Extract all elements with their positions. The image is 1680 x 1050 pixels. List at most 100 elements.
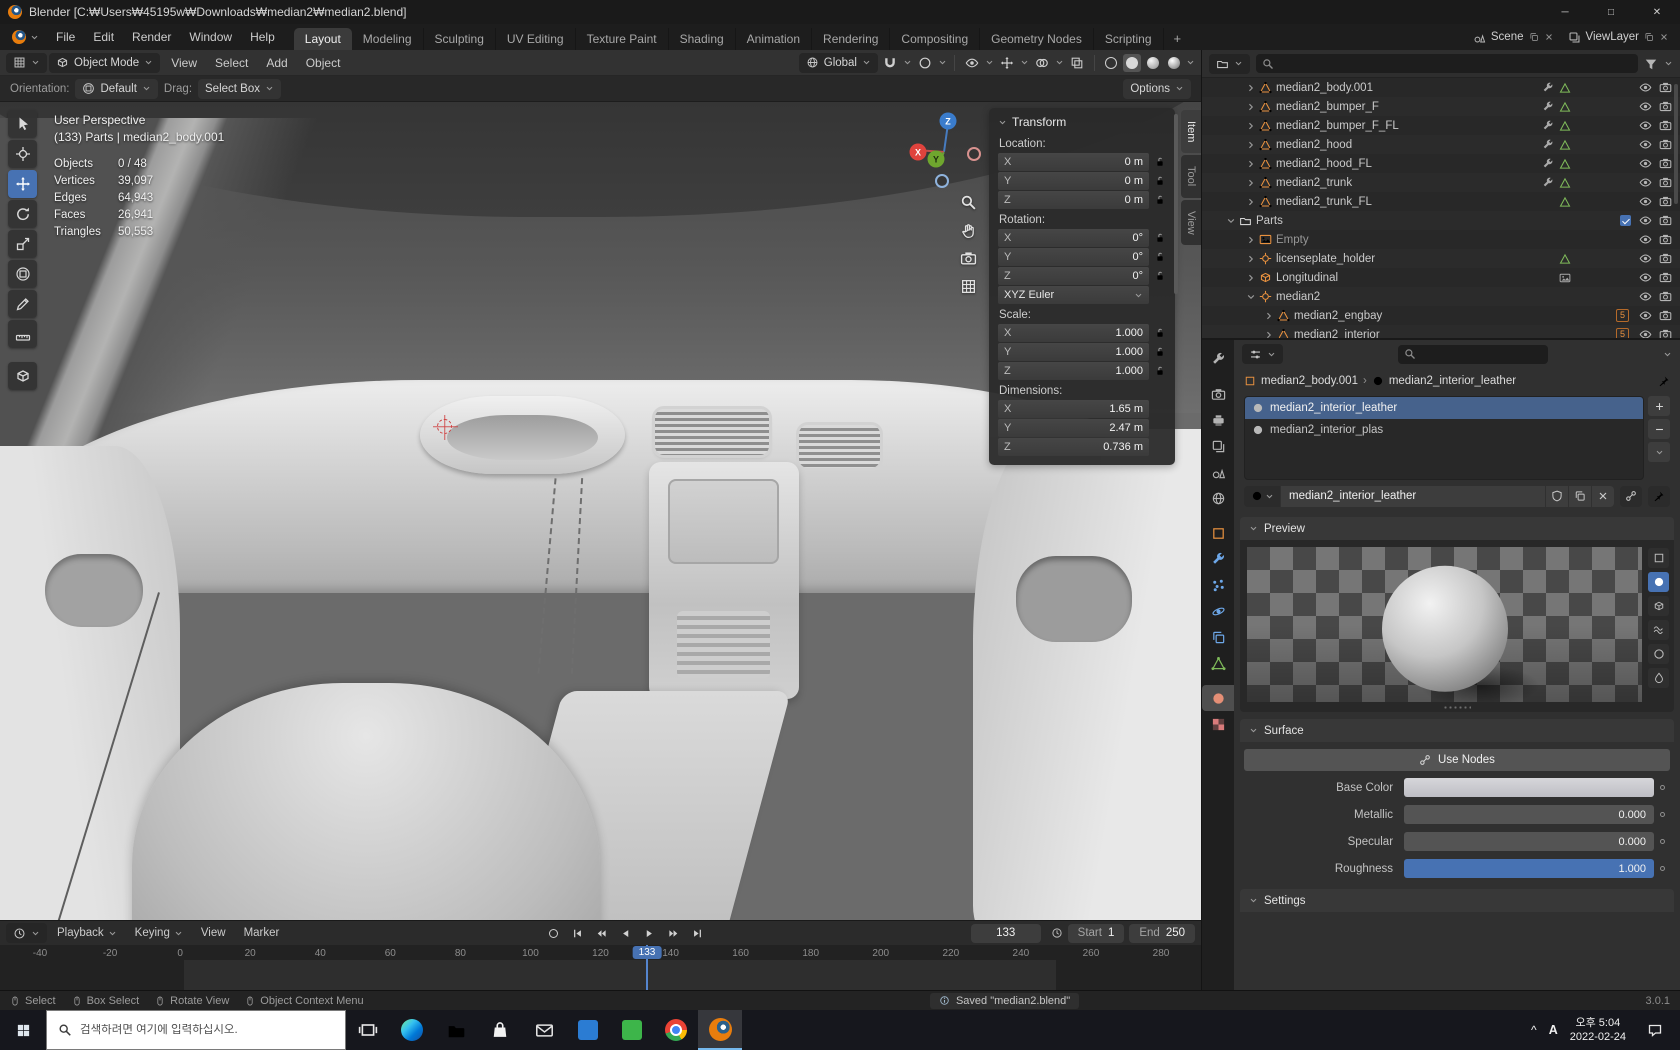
3d-viewport[interactable]: User Perspective (133) Parts | median2_b… xyxy=(0,102,1201,920)
next-keyframe-button[interactable] xyxy=(662,924,684,942)
breadcrumb-object[interactable]: median2_body.001 xyxy=(1261,375,1358,387)
blender-menu-button[interactable] xyxy=(4,24,47,50)
disable-render-camera-icon[interactable] xyxy=(1659,119,1672,132)
remove-view-layer-icon[interactable] xyxy=(1659,32,1669,42)
location-field[interactable]: Y0 m xyxy=(989,172,1175,190)
expand-icon[interactable] xyxy=(1246,121,1256,131)
disable-render-camera-icon[interactable] xyxy=(1659,290,1672,303)
hide-viewport-eye-icon[interactable] xyxy=(1639,309,1652,322)
lock-icon[interactable] xyxy=(1154,327,1166,339)
animate-dot[interactable] xyxy=(1654,839,1670,844)
remove-slot-button[interactable] xyxy=(1648,419,1670,439)
tab-constraint-properties[interactable] xyxy=(1202,624,1234,650)
z-axis-ball[interactable]: Z xyxy=(940,113,957,130)
maximize-button[interactable]: □ xyxy=(1588,0,1634,24)
viewport-menu[interactable]: Object xyxy=(297,56,350,70)
workspace-tab[interactable]: Modeling xyxy=(352,28,424,50)
outliner-item[interactable]: median2_interior 5 xyxy=(1202,325,1680,338)
transform-panel-header[interactable]: Transform xyxy=(989,110,1175,134)
specular-slider[interactable]: 0.000 xyxy=(1404,832,1654,851)
menu-item[interactable]: File xyxy=(47,24,84,50)
menu-item[interactable]: Render xyxy=(123,24,180,50)
outliner-item[interactable]: median2_bumper_F_FL xyxy=(1202,116,1680,135)
options-dropdown[interactable]: Options xyxy=(1123,79,1191,99)
tab-item[interactable]: Item xyxy=(1181,110,1201,153)
viewport-menu[interactable]: View xyxy=(162,56,206,70)
search-input[interactable] xyxy=(80,1024,334,1036)
disable-render-camera-icon[interactable] xyxy=(1659,271,1672,284)
rotation-mode-dropdown[interactable]: XYZ Euler xyxy=(989,286,1175,304)
chevron-down-icon[interactable] xyxy=(1664,59,1673,68)
workspace-tab-layout[interactable]: Layout xyxy=(294,28,352,50)
snapping-options-icon[interactable] xyxy=(903,58,912,67)
timeline-editor-type-button[interactable] xyxy=(6,923,47,943)
taskbar-blender-button[interactable] xyxy=(698,1010,742,1050)
xray-toggle[interactable] xyxy=(1067,53,1087,73)
taskbar-chrome-button[interactable] xyxy=(654,1010,698,1050)
expand-icon[interactable] xyxy=(1246,235,1256,245)
disable-render-camera-icon[interactable] xyxy=(1659,81,1672,94)
expand-icon[interactable] xyxy=(1264,330,1274,339)
pin-icon[interactable] xyxy=(1658,375,1670,387)
tab-object-data-properties[interactable] xyxy=(1202,650,1234,676)
gizmos-toggle[interactable] xyxy=(997,53,1017,73)
disable-render-camera-icon[interactable] xyxy=(1659,252,1672,265)
properties-filter-icon[interactable] xyxy=(1663,350,1672,359)
use-nodes-button[interactable]: Use Nodes xyxy=(1244,749,1670,771)
keying-menu[interactable]: Keying xyxy=(127,927,191,939)
preview-flat-button[interactable] xyxy=(1648,548,1669,568)
frame-start-field[interactable]: Start 1 xyxy=(1068,924,1125,943)
new-view-layer-icon[interactable] xyxy=(1644,32,1654,42)
new-scene-icon[interactable] xyxy=(1529,32,1539,42)
workspace-tab[interactable]: UV Editing xyxy=(496,28,576,50)
object-mode-dropdown[interactable]: Object Mode xyxy=(49,53,160,73)
tool-add-cube-button[interactable] xyxy=(8,362,37,390)
disable-render-camera-icon[interactable] xyxy=(1659,328,1672,338)
fake-user-button[interactable] xyxy=(1546,486,1568,507)
outliner-editor-type-button[interactable] xyxy=(1209,54,1250,74)
tab-physics-properties[interactable] xyxy=(1202,598,1234,624)
tab-texture-properties[interactable] xyxy=(1202,711,1234,737)
node-editor-toggle[interactable] xyxy=(1620,486,1642,507)
taskbar-edge-button[interactable] xyxy=(390,1010,434,1050)
proportional-editing-toggle[interactable] xyxy=(915,53,935,73)
surface-section-header[interactable]: Surface xyxy=(1240,719,1674,742)
expand-icon[interactable] xyxy=(1246,254,1256,264)
menu-item[interactable]: Window xyxy=(180,24,241,50)
tray-expand-button[interactable]: ^ xyxy=(1531,1023,1537,1037)
collapse-icon[interactable] xyxy=(1226,216,1236,226)
zoom-button[interactable] xyxy=(960,194,977,211)
chevron-down-icon[interactable] xyxy=(1020,58,1029,67)
shading-options-icon[interactable] xyxy=(1186,58,1195,67)
settings-section-header[interactable]: Settings xyxy=(1240,889,1674,912)
ime-indicator[interactable]: A xyxy=(1549,1023,1558,1037)
auto-keying-toggle[interactable] xyxy=(542,924,564,942)
location-field[interactable]: Z0 m xyxy=(989,191,1175,209)
dimension-field[interactable]: Y2.47 m xyxy=(989,419,1175,437)
hide-viewport-eye-icon[interactable] xyxy=(1639,157,1652,170)
taskbar-clock[interactable]: 오후 5:04 2022-02-24 xyxy=(1570,1016,1626,1045)
base-color-swatch[interactable] xyxy=(1404,778,1654,797)
lock-icon[interactable] xyxy=(1154,251,1166,263)
tab-view[interactable]: View xyxy=(1181,200,1201,246)
unlink-material-button[interactable] xyxy=(1592,486,1614,507)
tool-cursor-button[interactable] xyxy=(8,140,37,168)
dimension-field[interactable]: X1.65 m xyxy=(989,400,1175,418)
task-view-button[interactable] xyxy=(346,1010,390,1050)
workspace-tab[interactable]: Sculpting xyxy=(424,28,496,50)
tab-output-properties[interactable] xyxy=(1202,407,1234,433)
transform-orientation-dropdown[interactable]: Global xyxy=(799,53,878,73)
tool-scale-button[interactable] xyxy=(8,230,37,258)
expand-icon[interactable] xyxy=(1246,102,1256,112)
rotation-field[interactable]: X0° xyxy=(989,229,1175,247)
outliner-item[interactable]: licenseplate_holder xyxy=(1202,249,1680,268)
timeline-ruler-area[interactable]: -40-200204060801001201401601802002202402… xyxy=(0,945,1201,990)
shading-wireframe-button[interactable] xyxy=(1102,54,1120,72)
add-workspace-button[interactable]: + xyxy=(1164,28,1192,50)
hide-viewport-eye-icon[interactable] xyxy=(1639,138,1652,151)
browse-material-button[interactable] xyxy=(1244,486,1280,507)
lock-icon[interactable] xyxy=(1154,156,1166,168)
orientation-dropdown[interactable]: Default xyxy=(75,79,157,99)
hide-viewport-eye-icon[interactable] xyxy=(1639,252,1652,265)
start-button[interactable] xyxy=(0,1010,46,1050)
